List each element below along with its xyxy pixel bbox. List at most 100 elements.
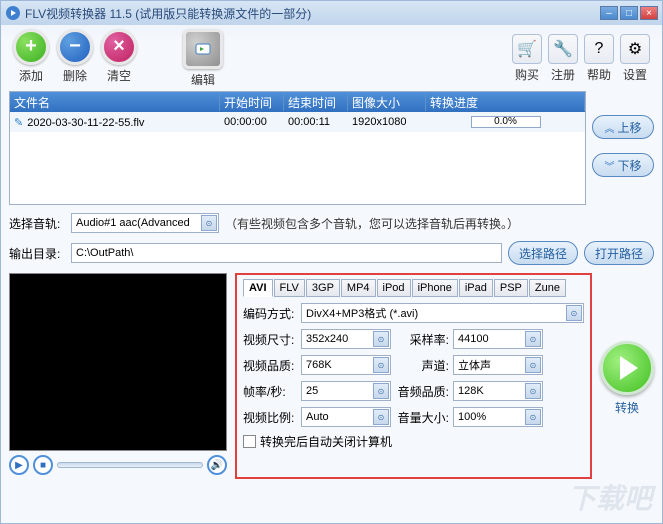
sliders-icon: ⚙ xyxy=(620,34,650,64)
preview-screen xyxy=(9,273,227,451)
convert-label: 转换 xyxy=(615,399,639,416)
edit-icon xyxy=(183,29,223,69)
clear-button[interactable]: × 清空 xyxy=(101,29,137,88)
shutdown-label: 转换完后自动关闭计算机 xyxy=(260,433,392,450)
codec-select[interactable]: DivX4+MP3格式 (*.avi)⊙ xyxy=(301,303,584,323)
chevron-down-icon: ⊙ xyxy=(566,305,582,321)
codec-label: 编码方式: xyxy=(243,305,297,322)
tab-mp4[interactable]: MP4 xyxy=(341,279,376,297)
volume-button[interactable]: 🔊 xyxy=(207,455,227,475)
col-progress[interactable]: 转换进度 xyxy=(426,94,585,111)
reorder-buttons: ︽上移 ︾下移 xyxy=(592,91,654,205)
video-quality-select[interactable]: 768K⊙ xyxy=(301,355,391,375)
register-button[interactable]: 🔧 注册 xyxy=(548,34,578,83)
col-end[interactable]: 结束时间 xyxy=(284,94,348,111)
clear-label: 清空 xyxy=(107,67,131,84)
col-filename[interactable]: 文件名 xyxy=(10,94,220,111)
minimize-button[interactable]: – xyxy=(600,6,618,20)
delete-button[interactable]: − 删除 xyxy=(57,29,93,88)
audio-track-select[interactable]: Audio#1 aac(Advanced ⊙ xyxy=(71,213,219,233)
cell-progress: 0.0% xyxy=(426,116,585,128)
cell-start: 00:00:00 xyxy=(220,116,284,128)
chevron-down-icon: ⊙ xyxy=(525,409,541,425)
delete-label: 删除 xyxy=(63,67,87,84)
file-icon: ✎ xyxy=(14,117,23,129)
tab-avi[interactable]: AVI xyxy=(243,279,273,297)
tab-iphone[interactable]: iPhone xyxy=(412,279,458,297)
preview-panel: ▶ ■ 🔊 xyxy=(9,273,227,479)
help-button[interactable]: ? 帮助 xyxy=(584,34,614,83)
vsize-label: 视频尺寸: xyxy=(243,331,297,348)
edit-button[interactable]: 编辑 xyxy=(183,29,223,88)
fps-select[interactable]: 25⊙ xyxy=(301,381,391,401)
convert-button[interactable] xyxy=(600,341,654,395)
cell-size: 1920x1080 xyxy=(348,116,426,128)
sample-rate-select[interactable]: 44100⊙ xyxy=(453,329,543,349)
table-row[interactable]: ✎ 2020-03-30-11-22-55.flv 00:00:00 00:00:… xyxy=(10,112,585,132)
chevron-down-icon: ⊙ xyxy=(373,357,389,373)
settings-button[interactable]: ⚙ 设置 xyxy=(620,34,650,83)
open-path-button[interactable]: 打开路径 xyxy=(584,241,654,265)
close-button[interactable]: × xyxy=(640,6,658,20)
window-controls: – □ × xyxy=(600,6,658,20)
channel-label: 声道: xyxy=(395,357,449,374)
move-down-button[interactable]: ︾下移 xyxy=(592,153,654,177)
format-tabs: AVI FLV 3GP MP4 iPod iPhone iPad PSP Zun… xyxy=(243,279,584,297)
player-controls: ▶ ■ 🔊 xyxy=(9,451,227,479)
sample-label: 采样率: xyxy=(395,331,449,348)
plus-icon: + xyxy=(13,29,49,65)
progress-bar: 0.0% xyxy=(471,116,541,128)
tab-ipod[interactable]: iPod xyxy=(377,279,411,297)
tab-ipad[interactable]: iPad xyxy=(459,279,493,297)
choose-path-button[interactable]: 选择路径 xyxy=(508,241,578,265)
channel-select[interactable]: 立体声⊙ xyxy=(453,355,543,375)
output-path-input[interactable]: C:\OutPath\ xyxy=(71,243,502,263)
volume-label: 音量大小: xyxy=(395,409,449,426)
format-settings-panel: AVI FLV 3GP MP4 iPod iPhone iPad PSP Zun… xyxy=(235,273,592,479)
col-start[interactable]: 开始时间 xyxy=(220,94,284,111)
add-button[interactable]: + 添加 xyxy=(13,29,49,88)
maximize-button[interactable]: □ xyxy=(620,6,638,20)
move-up-button[interactable]: ︽上移 xyxy=(592,115,654,139)
key-icon: 🔧 xyxy=(548,34,578,64)
buy-button[interactable]: 🛒 购买 xyxy=(512,34,542,83)
left-tool-group: + 添加 − 删除 × 清空 编辑 xyxy=(13,29,223,88)
chevron-down-icon: ⊙ xyxy=(373,383,389,399)
options-rows: 选择音轨: Audio#1 aac(Advanced ⊙ （有些视频包含多个音轨… xyxy=(1,213,662,265)
help-icon: ? xyxy=(584,34,614,64)
video-size-select[interactable]: 352x240⊙ xyxy=(301,329,391,349)
tab-3gp[interactable]: 3GP xyxy=(306,279,340,297)
vqual-label: 视频品质: xyxy=(243,357,297,374)
left-column: 文件名 开始时间 结束时间 图像大小 转换进度 ✎ 2020-03-30-11-2… xyxy=(9,91,586,205)
chevron-down-icon: ⊙ xyxy=(525,357,541,373)
audio-quality-select[interactable]: 128K⊙ xyxy=(453,381,543,401)
chevron-up-icon: ︽ xyxy=(604,120,614,135)
app-icon xyxy=(5,5,21,21)
cell-end: 00:00:11 xyxy=(284,116,348,128)
audio-label: 选择音轨: xyxy=(9,215,65,232)
play-button[interactable]: ▶ xyxy=(9,455,29,475)
tab-flv[interactable]: FLV xyxy=(274,279,305,297)
tab-psp[interactable]: PSP xyxy=(494,279,528,297)
chevron-down-icon: ⊙ xyxy=(373,409,389,425)
app-window: FLV视频转换器 11.5 (试用版只能转换源文件的一部分) – □ × + 添… xyxy=(0,0,663,524)
col-size[interactable]: 图像大小 xyxy=(348,94,426,111)
table-header: 文件名 开始时间 结束时间 图像大小 转换进度 xyxy=(10,92,585,112)
chevron-down-icon: ⊙ xyxy=(525,383,541,399)
cart-icon: 🛒 xyxy=(512,34,542,64)
edit-label: 编辑 xyxy=(191,71,215,88)
stop-button[interactable]: ■ xyxy=(33,455,53,475)
titlebar: FLV视频转换器 11.5 (试用版只能转换源文件的一部分) – □ × xyxy=(1,1,662,25)
seek-slider[interactable] xyxy=(57,462,203,468)
shutdown-checkbox[interactable]: 转换完后自动关闭计算机 xyxy=(243,433,584,450)
ratio-select[interactable]: Auto⊙ xyxy=(301,407,391,427)
chevron-down-icon: ⊙ xyxy=(525,331,541,347)
aqual-label: 音频品质: xyxy=(395,383,449,400)
tab-zune[interactable]: Zune xyxy=(529,279,566,297)
volume-select[interactable]: 100%⊙ xyxy=(453,407,543,427)
cell-name: 2020-03-30-11-22-55.flv xyxy=(27,117,144,129)
chevron-down-icon: ⊙ xyxy=(373,331,389,347)
checkbox-icon xyxy=(243,435,256,448)
chevron-down-icon: ⊙ xyxy=(201,215,217,231)
chevron-down-icon: ︾ xyxy=(604,158,614,173)
